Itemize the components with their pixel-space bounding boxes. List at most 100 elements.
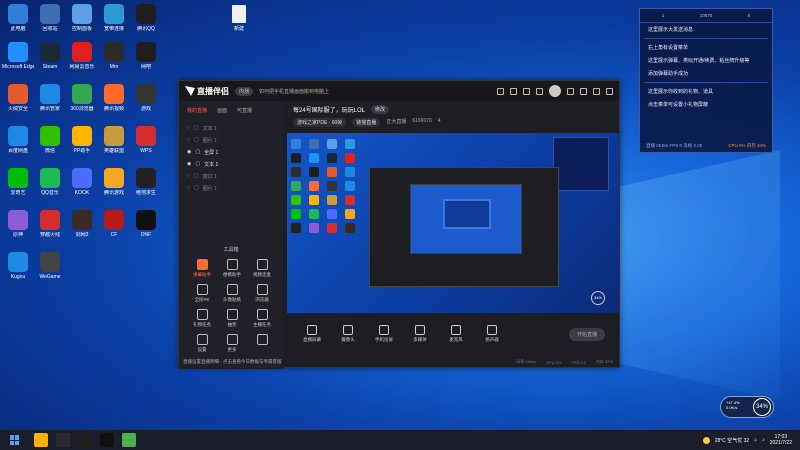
tool-button[interactable]: 抽奖: [217, 309, 247, 328]
desktop-shortcut[interactable]: 网易云音乐: [66, 40, 98, 78]
desktop-shortcut[interactable]: 火绒安全: [2, 82, 34, 120]
avatar[interactable]: [549, 85, 561, 97]
desktop-shortcut[interactable]: Mnr: [98, 40, 130, 78]
tool-button[interactable]: 全民PK: [187, 284, 217, 303]
weather-text[interactable]: 28°C 空气优 32: [715, 437, 750, 444]
speaker-button[interactable]: 扬声器: [479, 325, 505, 343]
scene-item[interactable]: ○ ▢ 窗口 1: [187, 170, 275, 182]
lock-icon[interactable]: ▢: [194, 173, 199, 179]
desktop-shortcut[interactable]: 绝地求生: [130, 166, 162, 204]
help-icon[interactable]: [536, 87, 543, 95]
tool-button[interactable]: 便携助手: [217, 259, 247, 278]
desktop-shortcut[interactable]: 英雄联盟: [98, 124, 130, 162]
eye-icon[interactable]: ◉: [187, 149, 191, 155]
desktop-shortcut[interactable]: WeGame: [34, 250, 66, 288]
scene-item[interactable]: ○ ▢ 文本 1: [187, 122, 275, 134]
stream-preview[interactable]: 34%: [287, 133, 619, 313]
start-live-button[interactable]: 开始直播: [568, 327, 605, 341]
tab-my-live[interactable]: 我的直播: [187, 107, 207, 114]
edit-title-button[interactable]: 修改: [371, 105, 390, 114]
desktop-shortcut[interactable]: 360浏览器: [66, 82, 98, 120]
desktop-shortcut[interactable]: CF: [98, 208, 130, 246]
desktop-shortcut[interactable]: 网吧: [130, 40, 162, 78]
close-icon[interactable]: [606, 87, 613, 95]
version-badge[interactable]: 内测: [235, 86, 254, 96]
minimize-icon[interactable]: [580, 87, 587, 95]
desktop-shortcut[interactable]: PP助手: [66, 124, 98, 162]
menu-icon[interactable]: [567, 87, 574, 95]
phone-cast-button[interactable]: 手机投屏: [371, 325, 397, 343]
eye-icon[interactable]: ○: [187, 173, 190, 179]
volume-icon[interactable]: ♪: [762, 437, 765, 443]
scene-item[interactable]: ◉ ▢ 全屏 1: [187, 146, 275, 158]
desktop-shortcut[interactable]: 腾讯游戏: [98, 166, 130, 204]
taskbar-app-icon[interactable]: [56, 433, 70, 447]
lock-icon[interactable]: ▢: [194, 137, 199, 143]
windows-start-icon[interactable]: [10, 435, 20, 445]
camera-button[interactable]: 摄像头: [335, 325, 361, 343]
desktop-shortcut[interactable]: Steam: [34, 40, 66, 78]
lock-icon[interactable]: ▢: [194, 185, 199, 191]
announcement-link[interactable]: 如何把手机直播画面搬到电脑上: [259, 88, 491, 95]
desktop-shortcut[interactable]: 微信: [34, 124, 66, 162]
desktop-shortcut[interactable]: 爱奇艺: [2, 166, 34, 204]
network-icon[interactable]: ⌂: [754, 437, 757, 443]
desktop-shortcut[interactable]: 剑网3: [66, 208, 98, 246]
scene-item[interactable]: ○ ▢ 图片 1: [187, 134, 275, 146]
desktop-shortcut[interactable]: QQ音乐: [34, 166, 66, 204]
tool-button[interactable]: 礼物任务: [187, 309, 217, 328]
desktop-shortcut[interactable]: DNF: [130, 208, 162, 246]
taskbar-app-icon[interactable]: [78, 433, 92, 447]
desktop-shortcut[interactable]: 腾讯管家: [34, 82, 66, 120]
clock[interactable]: 17:03 2021/7/22: [770, 434, 792, 446]
lock-icon[interactable]: ▢: [195, 149, 200, 155]
desktop-shortcut[interactable]: 游戏: [130, 82, 162, 120]
scene-item[interactable]: ◉ ▢ 文本 1: [187, 158, 275, 170]
eye-icon[interactable]: ○: [187, 185, 190, 191]
message-icon[interactable]: [510, 87, 517, 95]
tool-button[interactable]: 浏览器: [247, 284, 277, 303]
taskbar-app-icon[interactable]: [122, 433, 136, 447]
desktop-shortcut[interactable]: 此电脑: [2, 2, 34, 40]
tool-button[interactable]: 视频连麦: [247, 259, 277, 278]
settings-icon[interactable]: [523, 87, 530, 95]
gift-icon[interactable]: [497, 87, 504, 95]
game-category[interactable]: 游戏之家PDE · 60帧: [293, 118, 347, 127]
desktop-shortcut[interactable]: 腾讯QQ: [130, 2, 162, 40]
desktop-file-icon[interactable]: 新建: [228, 5, 250, 37]
tool-button[interactable]: 更多: [217, 334, 247, 353]
scene-item[interactable]: ○ ▢ 图片 1: [187, 182, 275, 194]
tool-button[interactable]: [247, 334, 277, 353]
microphone-button[interactable]: 麦克风: [443, 325, 469, 343]
media-button[interactable]: 多媒体: [407, 325, 433, 343]
network-widget[interactable]: +47.4% 0.0K/s 34%: [720, 396, 774, 418]
desktop-shortcut[interactable]: Microsoft Edge: [2, 40, 34, 78]
taskbar-app-icon[interactable]: [100, 433, 114, 447]
eye-icon[interactable]: ◉: [187, 161, 191, 167]
tool-button[interactable]: 头像贴纸: [217, 284, 247, 303]
desktop-shortcut[interactable]: 穿越火线: [34, 208, 66, 246]
desktop-shortcut[interactable]: WPS: [130, 124, 162, 162]
tool-button[interactable]: 主播任务: [247, 309, 277, 328]
desktop-shortcut[interactable]: 控制面板: [66, 2, 98, 40]
screen-capture-button[interactable]: 直播屏幕: [299, 325, 325, 343]
lock-icon[interactable]: ▢: [195, 161, 200, 167]
desktop-shortcut[interactable]: 百度网盘: [2, 124, 34, 162]
maximize-icon[interactable]: [593, 87, 600, 95]
tab-live[interactable]: 可直播: [237, 107, 252, 114]
desktop-shortcut[interactable]: 宽带连接: [98, 2, 130, 40]
desktop-shortcut[interactable]: KOOK: [66, 166, 98, 204]
tab-scene[interactable]: 画面: [217, 107, 227, 114]
sidebar-footer[interactable]: 直播设置直播明细 · 点击查看今日数据与专属客服: [183, 359, 282, 365]
desktop-shortcut[interactable]: 腾讯视频: [98, 82, 130, 120]
desktop-shortcut[interactable]: 原神: [2, 208, 34, 246]
desktop-shortcut[interactable]: 回收站: [34, 2, 66, 40]
eye-icon[interactable]: ○: [187, 137, 190, 143]
taskbar-app-icon[interactable]: [34, 433, 48, 447]
lock-icon[interactable]: ▢: [194, 125, 199, 131]
eye-icon[interactable]: ○: [187, 125, 190, 131]
tool-button[interactable]: 弹幕助手: [187, 259, 217, 278]
link-live-button[interactable]: 链接直播: [352, 118, 381, 127]
tool-button[interactable]: 设置: [187, 334, 217, 353]
desktop-shortcut[interactable]: Kugou: [2, 250, 34, 288]
